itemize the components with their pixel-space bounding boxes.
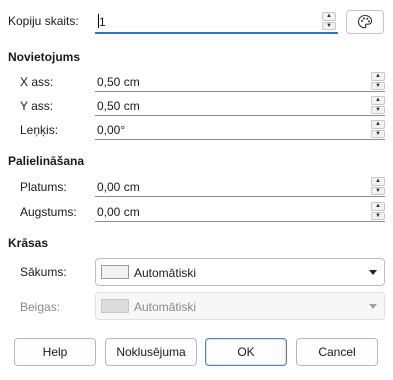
chevron-down-icon[interactable]: ▼	[371, 81, 385, 90]
x-axis-field[interactable]: 0,50 cm ▲ ▼	[95, 72, 385, 92]
angle-field[interactable]: 0,00° ▲ ▼	[95, 120, 385, 140]
y-axis-label: Y ass:	[20, 99, 54, 113]
chevron-up-icon[interactable]: ▲	[371, 177, 385, 186]
chevron-up-icon[interactable]: ▲	[322, 12, 336, 21]
chevron-down-icon[interactable]: ▼	[371, 105, 385, 114]
start-color-dropdown[interactable]: Automātiski	[95, 258, 385, 286]
copies-input[interactable]: 1 ▲ ▼	[95, 10, 338, 34]
width-spinner[interactable]: ▲ ▼	[371, 177, 385, 195]
end-color-dropdown: Automātiski	[95, 292, 385, 320]
x-axis-spinner[interactable]: ▲ ▼	[371, 72, 385, 90]
help-button[interactable]: Help	[14, 338, 96, 366]
width-field[interactable]: 0,00 cm ▲ ▼	[95, 177, 385, 197]
height-spinner[interactable]: ▲ ▼	[371, 202, 385, 220]
width-label: Platums:	[20, 180, 67, 194]
color-swatch	[101, 299, 129, 313]
placement-section-title: Novietojums	[8, 50, 81, 64]
cancel-button[interactable]: Cancel	[296, 338, 378, 366]
chevron-up-icon[interactable]: ▲	[371, 202, 385, 211]
copies-spinner[interactable]: ▲ ▼	[322, 12, 336, 30]
angle-label: Leņķis:	[20, 123, 59, 137]
color-swatch	[101, 265, 129, 279]
chevron-down-icon[interactable]: ▼	[371, 186, 385, 195]
copies-label: Kopiju skaits:	[8, 14, 79, 28]
reset-button[interactable]: Noklusējuma	[105, 338, 197, 366]
chevron-down-icon[interactable]: ▼	[322, 21, 336, 30]
chevron-down-icon	[369, 270, 377, 275]
height-field[interactable]: 0,00 cm ▲ ▼	[95, 202, 385, 222]
y-axis-spinner[interactable]: ▲ ▼	[371, 96, 385, 114]
height-label: Augstums:	[20, 205, 77, 219]
chevron-down-icon[interactable]: ▼	[371, 211, 385, 220]
end-color-label: Beigas:	[20, 300, 61, 314]
colors-section-title: Krāsas	[8, 236, 49, 250]
start-color-label: Sākums:	[20, 265, 67, 279]
palette-icon	[357, 14, 373, 29]
enlargement-section-title: Palielināšana	[8, 154, 85, 168]
chevron-down-icon[interactable]: ▼	[371, 129, 385, 138]
y-axis-field[interactable]: 0,50 cm ▲ ▼	[95, 96, 385, 116]
chevron-up-icon[interactable]: ▲	[371, 96, 385, 105]
chevron-up-icon[interactable]: ▲	[371, 72, 385, 81]
ok-button[interactable]: OK	[205, 338, 287, 366]
color-picker-button[interactable]	[346, 10, 384, 34]
chevron-down-icon	[369, 304, 377, 309]
chevron-up-icon[interactable]: ▲	[371, 120, 385, 129]
x-axis-label: X ass:	[20, 75, 54, 89]
angle-spinner[interactable]: ▲ ▼	[371, 120, 385, 138]
